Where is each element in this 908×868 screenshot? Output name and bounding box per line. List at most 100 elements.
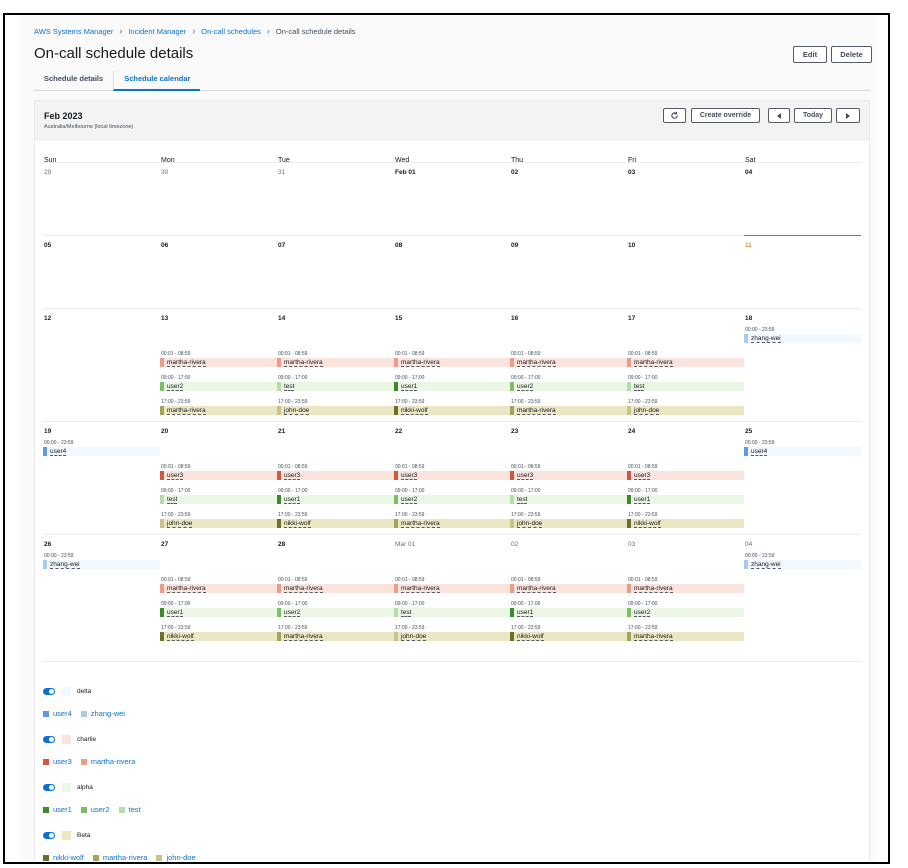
shift-bar[interactable]: test (510, 495, 627, 504)
member-item[interactable]: zhang-wei (80, 709, 125, 718)
calendar-day-number[interactable]: 03 (628, 169, 635, 176)
shift-user[interactable]: zhang-wei (751, 561, 781, 569)
previous-month-button[interactable] (768, 108, 790, 123)
shift-user[interactable]: user1 (517, 609, 534, 617)
shift-bar[interactable]: test (160, 495, 277, 504)
rotation-toggle[interactable] (43, 832, 55, 839)
calendar-day-number[interactable]: 25 (745, 428, 752, 435)
shift-user[interactable]: nikki-wolf (167, 633, 194, 641)
calendar-day-number[interactable]: 30 (161, 169, 168, 176)
calendar-day-number[interactable]: 02 (511, 169, 518, 176)
shift-user[interactable]: test (167, 496, 178, 504)
shift-bar[interactable]: martha-rivera (277, 632, 394, 641)
shift-user[interactable]: test (634, 383, 645, 391)
shift-bar[interactable]: user1 (277, 495, 394, 504)
shift-user[interactable]: test (517, 496, 528, 504)
shift-bar[interactable]: nikki-wolf (627, 519, 744, 528)
shift-user[interactable]: martha-rivera (634, 359, 673, 367)
shift-bar[interactable]: user1 (394, 382, 511, 391)
shift-bar[interactable]: user4 (744, 447, 861, 456)
shift-user[interactable]: user2 (167, 383, 184, 391)
refresh-button[interactable] (663, 108, 686, 123)
breadcrumb-on-call-schedules[interactable]: On-call schedules (201, 27, 261, 36)
shift-bar[interactable]: martha-rivera (394, 584, 511, 593)
shift-bar[interactable]: martha-rivera (510, 584, 627, 593)
calendar-day-number[interactable]: 02 (511, 541, 518, 548)
member-item[interactable]: test (118, 805, 141, 814)
shift-bar[interactable]: martha-rivera (394, 519, 511, 528)
shift-bar[interactable]: user1 (627, 495, 744, 504)
shift-bar[interactable]: test (394, 608, 511, 617)
member-item[interactable]: martha-rivera (92, 853, 147, 862)
calendar-day-number[interactable]: 04 (745, 541, 752, 548)
shift-bar[interactable]: nikki-wolf (510, 632, 627, 641)
calendar-day-number[interactable]: 24 (628, 428, 635, 435)
shift-user[interactable]: user1 (634, 496, 651, 504)
member-name[interactable]: zhang-wei (91, 709, 125, 718)
shift-user[interactable]: martha-rivera (167, 407, 206, 415)
shift-user[interactable]: john-doe (401, 633, 427, 641)
shift-user[interactable]: john-doe (517, 520, 543, 528)
shift-user[interactable]: martha-rivera (401, 520, 440, 528)
rotation-toggle[interactable] (43, 784, 55, 791)
shift-bar[interactable]: martha-rivera (160, 358, 277, 367)
shift-user[interactable]: test (401, 609, 412, 617)
shift-user[interactable]: martha-rivera (167, 585, 206, 593)
shift-bar[interactable]: user2 (394, 495, 511, 504)
shift-user[interactable]: martha-rivera (634, 633, 673, 641)
shift-bar[interactable]: martha-rivera (160, 406, 277, 415)
shift-bar[interactable]: nikki-wolf (160, 632, 277, 641)
shift-user[interactable]: martha-rivera (517, 359, 556, 367)
shift-user[interactable]: nikki-wolf (401, 407, 428, 415)
shift-bar[interactable]: martha-rivera (394, 358, 511, 367)
calendar-day-number[interactable]: 06 (161, 242, 168, 249)
breadcrumb-systems-manager[interactable]: AWS Systems Manager (34, 27, 113, 36)
calendar-day-number[interactable]: 17 (628, 315, 635, 322)
calendar-day-number[interactable]: 28 (278, 541, 285, 548)
shift-bar[interactable]: user2 (160, 382, 277, 391)
shift-user[interactable]: user3 (284, 472, 301, 480)
calendar-day-number[interactable]: 16 (511, 315, 518, 322)
shift-bar[interactable]: user2 (510, 382, 627, 391)
shift-user[interactable]: user3 (401, 472, 418, 480)
calendar-day-number[interactable]: 21 (278, 428, 285, 435)
member-item[interactable]: user1 (43, 805, 72, 814)
shift-bar[interactable]: john-doe (394, 632, 511, 641)
shift-user[interactable]: john-doe (284, 407, 310, 415)
calendar-day-number[interactable]: 18 (745, 315, 752, 322)
create-override-button[interactable]: Create override (691, 108, 760, 123)
member-name[interactable]: user3 (53, 757, 72, 766)
shift-bar[interactable]: zhang-wei (43, 560, 160, 569)
shift-bar[interactable]: test (277, 382, 394, 391)
shift-user[interactable]: user1 (167, 609, 184, 617)
shift-user[interactable]: martha-rivera (634, 585, 673, 593)
member-name[interactable]: user4 (53, 709, 72, 718)
shift-bar[interactable]: john-doe (627, 406, 744, 415)
calendar-day-number[interactable]: 07 (278, 242, 285, 249)
shift-bar[interactable]: john-doe (277, 406, 394, 415)
shift-bar[interactable]: john-doe (510, 519, 627, 528)
member-item[interactable]: user4 (43, 709, 72, 718)
member-item[interactable]: nikki-wolf (43, 853, 84, 862)
calendar-day-number[interactable]: 05 (44, 242, 51, 249)
shift-bar[interactable]: john-doe (160, 519, 277, 528)
shift-user[interactable]: user1 (401, 383, 418, 391)
member-item[interactable]: user3 (43, 757, 72, 766)
shift-user[interactable]: martha-rivera (401, 585, 440, 593)
shift-bar[interactable]: nikki-wolf (394, 406, 511, 415)
calendar-day-number[interactable]: Mar 01 (395, 541, 415, 548)
calendar-day-number[interactable]: 09 (511, 242, 518, 249)
shift-bar[interactable]: user3 (510, 471, 627, 480)
shift-user[interactable]: user1 (284, 496, 301, 504)
shift-bar[interactable]: martha-rivera (627, 584, 744, 593)
member-name[interactable]: martha-rivera (91, 757, 136, 766)
shift-bar[interactable]: martha-rivera (510, 406, 627, 415)
calendar-day-number[interactable]: 04 (745, 169, 752, 176)
shift-bar[interactable]: user2 (627, 608, 744, 617)
calendar-day-number[interactable]: 22 (395, 428, 402, 435)
shift-bar[interactable]: user3 (160, 471, 277, 480)
shift-bar[interactable]: user3 (394, 471, 511, 480)
shift-user[interactable]: test (284, 383, 295, 391)
member-name[interactable]: user1 (53, 805, 72, 814)
shift-bar[interactable]: martha-rivera (277, 358, 394, 367)
